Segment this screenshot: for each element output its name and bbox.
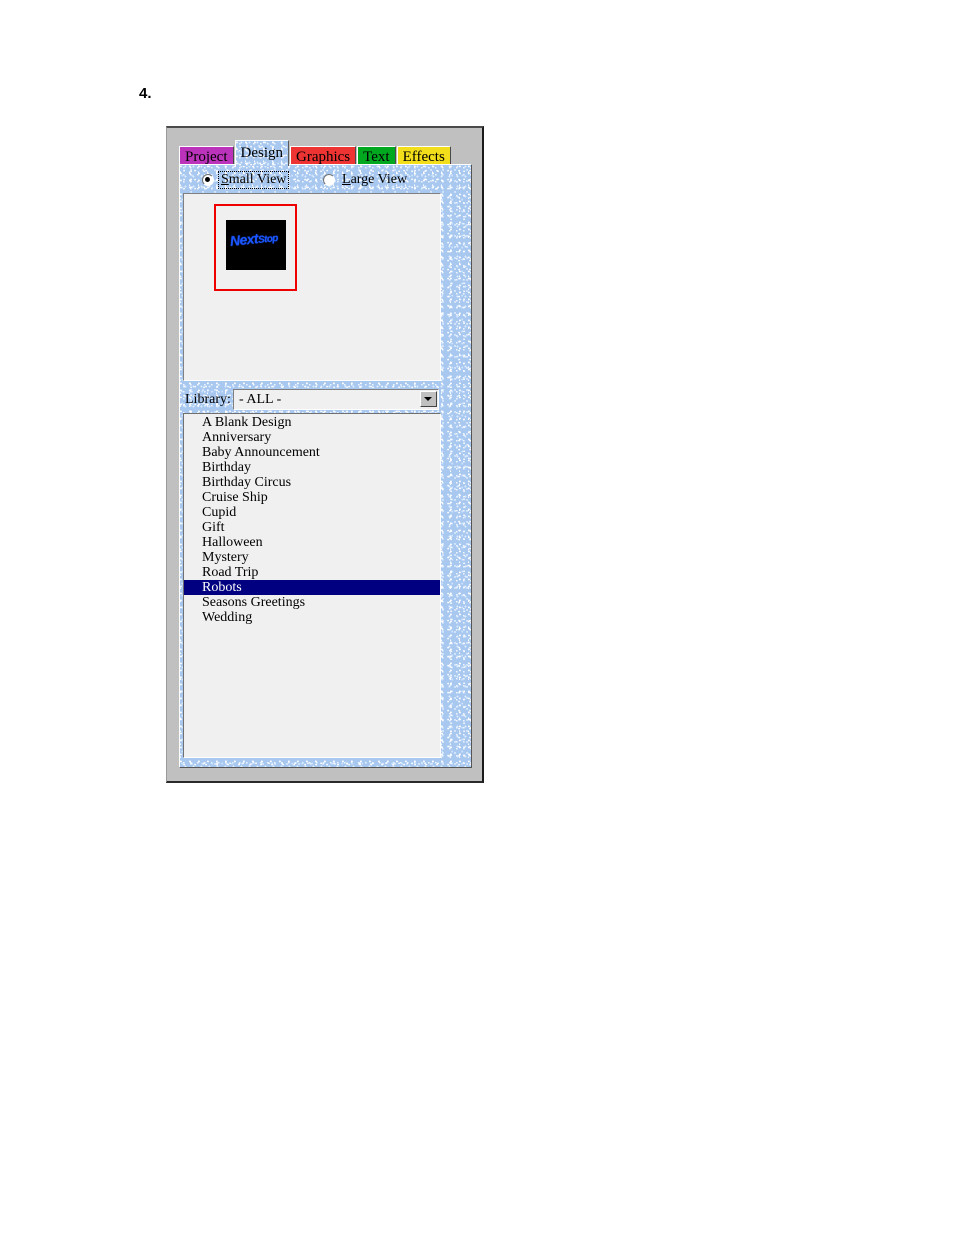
radio-large-view-label-rest: arge View	[350, 172, 408, 187]
library-label: Library:	[185, 392, 231, 407]
radio-small-view-accel: S	[221, 172, 229, 187]
list-item[interactable]: Baby Announcement	[184, 445, 440, 460]
list-item[interactable]: Birthday Circus	[184, 475, 440, 490]
radio-small-view-indicator	[202, 174, 214, 186]
radio-large-view-accel: L	[342, 172, 351, 187]
radio-large-view[interactable]: Large View	[323, 171, 409, 189]
tab-design[interactable]: Design	[234, 140, 289, 166]
view-size-options: Small View Large View	[180, 171, 471, 191]
list-item[interactable]: Cupid	[184, 505, 440, 520]
step-number-marker: 4.	[139, 85, 152, 102]
design-thumbnail-caption-sub: Stop	[257, 233, 279, 247]
library-combobox[interactable]: - ALL -	[233, 389, 439, 410]
radio-small-view-label: Small View	[217, 171, 290, 189]
list-item[interactable]: Cruise Ship	[184, 490, 440, 505]
window-client-area: Project Design Graphics Text Effects Small V…	[172, 132, 477, 777]
list-item[interactable]: Seasons Greetings	[184, 595, 440, 610]
list-item[interactable]: Road Trip	[184, 565, 440, 580]
list-item[interactable]: Halloween	[184, 535, 440, 550]
tab-strip: Project Design Graphics Text Effects	[179, 140, 479, 168]
design-listbox[interactable]: A Blank Design Anniversary Baby Announceme…	[183, 413, 441, 758]
design-application-window: Project Design Graphics Text Effects Small V…	[166, 126, 484, 783]
design-thumbnail-caption-main: Next	[229, 230, 259, 249]
list-item[interactable]: Robots	[184, 580, 440, 595]
library-combobox-value: - ALL -	[239, 392, 282, 407]
radio-large-view-indicator	[323, 174, 335, 186]
radio-small-view-label-rest: mall View	[228, 172, 287, 187]
radio-large-view-label: Large View	[340, 172, 409, 188]
list-item[interactable]: A Blank Design	[184, 415, 440, 430]
design-tab-panel: Small View Large View NextStop Library: …	[179, 164, 472, 768]
list-item[interactable]: Birthday	[184, 460, 440, 475]
list-item[interactable]: Gift	[184, 520, 440, 535]
chevron-down-icon[interactable]	[420, 391, 437, 407]
design-thumbnail-caption: NextStop	[229, 228, 278, 249]
list-item[interactable]: Wedding	[184, 610, 440, 625]
design-thumbnail-image: NextStop	[226, 220, 286, 270]
radio-small-view[interactable]: Small View	[202, 171, 290, 189]
design-thumbnail-selected[interactable]: NextStop	[214, 204, 297, 291]
design-preview-area[interactable]: NextStop	[183, 193, 441, 381]
list-item[interactable]: Mystery	[184, 550, 440, 565]
list-item[interactable]: Anniversary	[184, 430, 440, 445]
library-selector-row: Library: - ALL -	[183, 389, 441, 410]
